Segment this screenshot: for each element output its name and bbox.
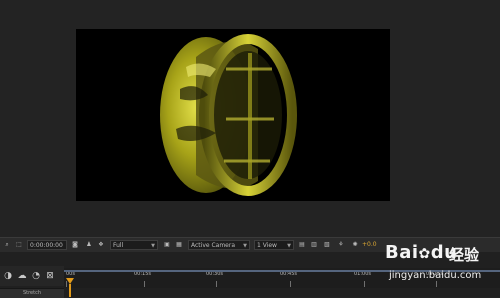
view-layout-value: 1 View: [257, 242, 277, 249]
chevron-down-icon: ▼: [151, 243, 155, 249]
baidu-watermark: Bai✿du 经验 jingyan.baidu.com: [385, 239, 500, 297]
chevron-down-icon: ▼: [243, 243, 247, 249]
paw-icon: ✿: [418, 246, 431, 262]
timecode-field[interactable]: 0:00:00:00: [27, 240, 67, 250]
toggle-pixel-aspect-icon[interactable]: ▤: [297, 240, 307, 250]
baidu-logo: Bai✿du: [385, 242, 458, 263]
tick-mark: [216, 281, 217, 287]
motion-blur-icon[interactable]: ◔: [30, 270, 42, 282]
tick-mark: [364, 281, 365, 287]
draft-3d-icon[interactable]: ◑: [2, 270, 14, 282]
render-preview-ring: [160, 34, 297, 196]
view-layout-dropdown[interactable]: 1 View ▼: [254, 240, 294, 250]
tick-mark: [290, 281, 291, 287]
resolution-dropdown[interactable]: Full ▼: [110, 240, 158, 250]
jingyan-text: 经验: [449, 246, 480, 264]
region-of-interest-icon[interactable]: ⬚: [14, 240, 24, 250]
timeline-controls: ◑ ☁ ◔ ⊠: [0, 266, 64, 286]
fast-previews-icon[interactable]: ▥: [309, 240, 319, 250]
graph-editor-icon[interactable]: ⊠: [44, 270, 56, 282]
playhead-line: [69, 284, 71, 297]
chevron-down-icon: ▼: [287, 243, 291, 249]
magnification-icon[interactable]: ⌕: [2, 240, 12, 250]
region-icon[interactable]: ▣: [162, 240, 172, 250]
exposure-value[interactable]: +0.0: [362, 240, 377, 250]
snapshot-icon[interactable]: ◙: [70, 240, 80, 250]
timeline-icon[interactable]: ▧: [322, 240, 332, 250]
composition-canvas[interactable]: [76, 29, 390, 201]
tick-mark: [144, 281, 145, 287]
view-camera-value: Active Camera: [191, 242, 236, 249]
view-camera-dropdown[interactable]: Active Camera ▼: [188, 240, 250, 250]
baidu-brand-text: Bai: [385, 242, 419, 263]
watermark-url: jingyan.baidu.com: [389, 270, 482, 281]
exposure-icon[interactable]: ✺: [350, 240, 360, 250]
resolution-value: Full: [113, 242, 124, 249]
flowchart-icon[interactable]: ⚘: [336, 240, 346, 250]
transparency-grid-icon[interactable]: ▦: [174, 240, 184, 250]
comment-icon[interactable]: ☁: [16, 270, 28, 282]
composition-viewer: [0, 0, 500, 237]
show-snapshot-icon[interactable]: ♟: [84, 240, 94, 250]
rgb-channel-icon[interactable]: ❖: [96, 240, 106, 250]
